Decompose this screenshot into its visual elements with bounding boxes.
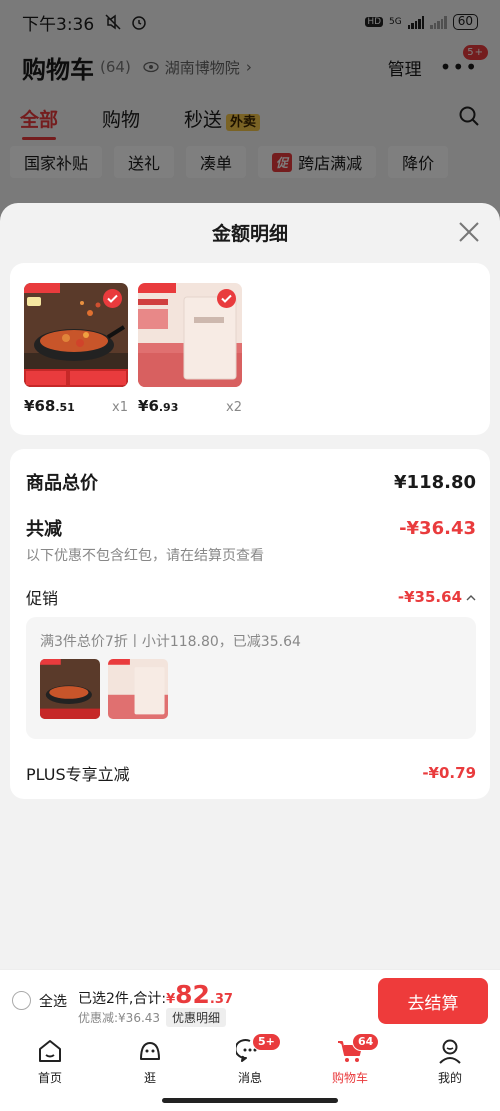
product-item[interactable]: ¥6.93 x2: [138, 283, 242, 415]
promo-description: 满3件总价7折丨小计118.80，已减35.64: [40, 634, 301, 650]
profile-icon: [439, 1039, 461, 1064]
chevron-up-icon: [466, 594, 476, 600]
plus-row: PLUS专享立减 -¥0.79: [26, 761, 476, 785]
product-price: ¥6.93: [138, 397, 179, 415]
reduce-label: 共减: [26, 519, 62, 540]
plus-label: PLUS专享立减: [26, 765, 130, 784]
total-amount: 82: [175, 980, 210, 1009]
product-image-wok: [24, 283, 128, 387]
select-all-radio[interactable]: [12, 991, 31, 1010]
price-details-card: 商品总价 ¥118.80 共减 -¥36.43 以下优惠不包含红包，请在结算页查…: [10, 449, 490, 799]
checkout-button[interactable]: 去结算: [378, 978, 488, 1024]
promo-detail-box: 满3件总价7折丨小计118.80，已减35.64: [26, 617, 476, 739]
checkout-bar: 全选 已选2件,合计: ¥ 82 .37 优惠减:¥36.43 优惠明细 去结算: [0, 969, 500, 1031]
message-badge: 5+: [252, 1033, 281, 1051]
product-card: ¥68.51 x1 ¥6.93 x2: [10, 263, 490, 435]
total-value: ¥118.80: [394, 471, 476, 493]
promo-value: -¥35.64: [397, 588, 462, 606]
product-qty: x1: [112, 400, 128, 415]
product-item[interactable]: ¥68.51 x1: [24, 283, 128, 415]
promo-row[interactable]: 促销 -¥35.64: [26, 585, 476, 609]
total-row: 商品总价 ¥118.80: [26, 469, 476, 495]
checkmark-icon: [103, 289, 122, 308]
close-icon[interactable]: [458, 221, 480, 243]
cart-badge: 64: [352, 1033, 380, 1051]
reduce-note-row: 以下优惠不包含红包，请在结算页查看: [26, 545, 476, 565]
product-price: ¥68.51: [24, 397, 75, 415]
select-all-label[interactable]: 全选: [39, 991, 67, 1011]
nav-profile[interactable]: 我的: [400, 1031, 500, 1111]
browse-icon: [140, 1042, 160, 1060]
sheet-title: 金额明细: [211, 223, 288, 245]
product-qty: x2: [226, 400, 242, 415]
checkmark-icon: [217, 289, 236, 308]
selected-text: 已选2件,合计:: [78, 991, 167, 1007]
promo-label: 促销: [26, 589, 59, 608]
reduce-value: -¥36.43: [399, 517, 476, 539]
home-icon: [39, 1040, 61, 1062]
discount-detail-button[interactable]: 优惠明细: [166, 1008, 227, 1027]
discount-text: 优惠减:¥36.43: [78, 1011, 161, 1025]
product-image-pouch: [138, 283, 242, 387]
promo-thumb-wok: [40, 659, 100, 719]
reduce-row: 共减 -¥36.43: [26, 515, 476, 541]
nav-home[interactable]: 首页: [0, 1031, 100, 1111]
promo-thumb-pouch: [108, 659, 168, 719]
home-indicator: [162, 1098, 338, 1103]
reduce-note: 以下优惠不包含红包，请在结算页查看: [26, 548, 264, 564]
selected-summary: 已选2件,合计: ¥ 82 .37: [78, 980, 233, 1009]
total-label: 商品总价: [26, 473, 98, 494]
plus-value: -¥0.79: [422, 764, 476, 782]
